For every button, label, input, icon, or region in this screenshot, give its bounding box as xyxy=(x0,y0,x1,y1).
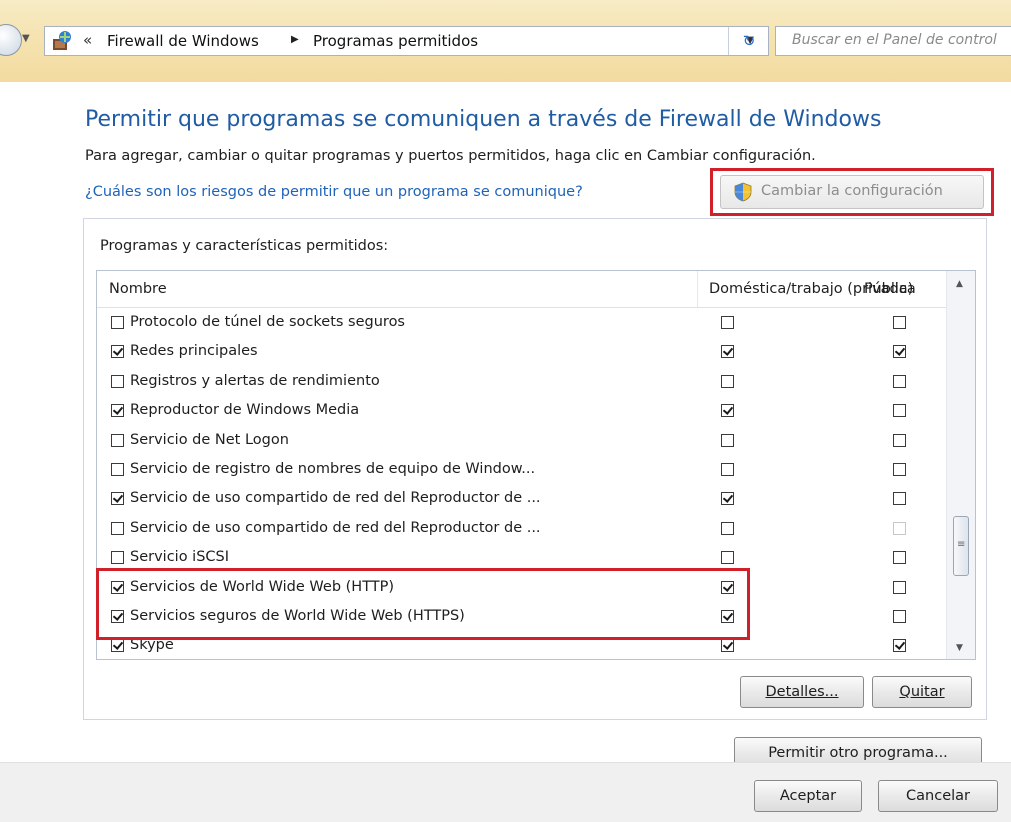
program-enabled-checkbox[interactable] xyxy=(111,433,124,447)
domestic-network-checkbox[interactable] xyxy=(721,374,734,388)
page-description: Para agregar, cambiar o quitar programas… xyxy=(85,148,816,164)
domestic-network-checkbox[interactable] xyxy=(721,433,734,447)
list-item[interactable]: Servicio de Net Logon xyxy=(97,427,947,456)
program-enabled-checkbox[interactable] xyxy=(111,316,124,329)
scroll-down-icon[interactable]: ▼ xyxy=(956,643,963,653)
program-enabled-checkbox[interactable] xyxy=(111,551,124,565)
program-name: Servicio iSCSI xyxy=(130,549,230,566)
refresh-button[interactable]: ↻ xyxy=(728,27,769,55)
list-item[interactable]: Servicio de uso compartido de red del Re… xyxy=(97,515,947,544)
program-name: Reproductor de Windows Media xyxy=(130,402,360,419)
public-network-checkbox[interactable] xyxy=(893,521,906,535)
domestic-network-checkbox[interactable] xyxy=(721,639,734,653)
breadcrumb-arrow-icon[interactable]: ▶ xyxy=(291,34,299,45)
details-button[interactable]: Detalles... xyxy=(740,676,864,708)
page-title: Permitir que programas se comuniquen a t… xyxy=(85,107,882,132)
public-network-checkbox[interactable] xyxy=(893,551,906,565)
list-item[interactable]: Protocolo de túnel de sockets seguros xyxy=(97,309,947,338)
search-input[interactable]: Buscar en el Panel de control xyxy=(775,26,1011,56)
public-network-checkbox[interactable] xyxy=(893,580,906,594)
list-header: Nombre Doméstica/trabajo (privada) Públi… xyxy=(97,271,947,308)
public-network-checkbox[interactable] xyxy=(893,316,906,329)
program-enabled-checkbox[interactable] xyxy=(111,462,124,476)
public-network-checkbox[interactable] xyxy=(893,404,906,418)
list-item[interactable]: Servicio de registro de nombres de equip… xyxy=(97,456,947,485)
cancel-button[interactable]: Cancelar xyxy=(878,780,998,812)
program-name: Registros y alertas de rendimiento xyxy=(130,372,380,389)
program-name: Servicio de Net Logon xyxy=(130,431,289,448)
program-enabled-checkbox[interactable] xyxy=(111,374,124,388)
http-rows-highlight xyxy=(96,568,750,640)
column-header-public[interactable]: Pública xyxy=(864,281,916,297)
public-network-checkbox[interactable] xyxy=(893,639,906,653)
list-item[interactable]: Reproductor de Windows Media xyxy=(97,397,947,426)
change-settings-highlight xyxy=(710,168,994,216)
list-item[interactable]: Registros y alertas de rendimiento xyxy=(97,368,947,397)
refresh-icon: ↻ xyxy=(742,32,756,50)
program-name: Servicio de registro de nombres de equip… xyxy=(130,460,536,477)
public-network-checkbox[interactable] xyxy=(893,374,906,388)
program-name: Servicio de uso compartido de red del Re… xyxy=(130,519,541,536)
program-enabled-checkbox[interactable] xyxy=(111,521,124,535)
address-bar: ▼ « Firewall de Windows ▶ Programas perm… xyxy=(0,0,1011,82)
public-network-checkbox[interactable] xyxy=(893,492,906,506)
control-panel-icon xyxy=(53,31,71,50)
details-label: Detalles... xyxy=(765,684,839,700)
scroll-up-icon[interactable]: ▲ xyxy=(956,279,963,289)
public-network-checkbox[interactable] xyxy=(893,433,906,447)
group-label: Programas y características permitidos: xyxy=(100,238,389,254)
recent-pages-dropdown-icon[interactable]: ▼ xyxy=(22,33,30,44)
column-header-name[interactable]: Nombre xyxy=(109,281,167,297)
list-item[interactable]: Redes principales xyxy=(97,338,947,367)
domestic-network-checkbox[interactable] xyxy=(721,492,734,506)
breadcrumb-overflow-icon[interactable]: « xyxy=(83,31,92,49)
breadcrumb-firewall[interactable]: Firewall de Windows xyxy=(107,32,259,50)
program-enabled-checkbox[interactable] xyxy=(111,492,124,506)
column-divider[interactable] xyxy=(697,271,698,307)
program-enabled-checkbox[interactable] xyxy=(111,404,124,418)
program-enabled-checkbox[interactable] xyxy=(111,639,124,653)
domestic-network-checkbox[interactable] xyxy=(721,316,734,329)
back-button[interactable] xyxy=(0,24,22,56)
list-item[interactable]: Servicio de uso compartido de red del Re… xyxy=(97,485,947,514)
address-field[interactable]: « Firewall de Windows ▶ Programas permit… xyxy=(44,26,769,56)
risks-help-link[interactable]: ¿Cuáles son los riesgos de permitir que … xyxy=(85,184,583,200)
domestic-network-checkbox[interactable] xyxy=(721,462,734,476)
program-name: Protocolo de túnel de sockets seguros xyxy=(130,314,405,330)
scroll-thumb[interactable]: ≡ xyxy=(953,516,969,576)
program-enabled-checkbox[interactable] xyxy=(111,345,124,359)
vertical-scrollbar[interactable]: ▲ ≡ ▼ xyxy=(946,271,975,659)
domestic-network-checkbox[interactable] xyxy=(721,404,734,418)
public-network-checkbox[interactable] xyxy=(893,345,906,359)
remove-label: Quitar xyxy=(899,684,945,700)
public-network-checkbox[interactable] xyxy=(893,609,906,623)
remove-button[interactable]: Quitar xyxy=(872,676,972,708)
program-name: Redes principales xyxy=(130,343,258,360)
grip-icon: ≡ xyxy=(957,539,966,550)
domestic-network-checkbox[interactable] xyxy=(721,521,734,535)
breadcrumb-allowed-programs[interactable]: Programas permitidos xyxy=(313,32,478,50)
domestic-network-checkbox[interactable] xyxy=(721,345,734,359)
public-network-checkbox[interactable] xyxy=(893,462,906,476)
ok-button[interactable]: Aceptar xyxy=(754,780,862,812)
domestic-network-checkbox[interactable] xyxy=(721,551,734,565)
program-name: Servicio de uso compartido de red del Re… xyxy=(130,490,541,507)
